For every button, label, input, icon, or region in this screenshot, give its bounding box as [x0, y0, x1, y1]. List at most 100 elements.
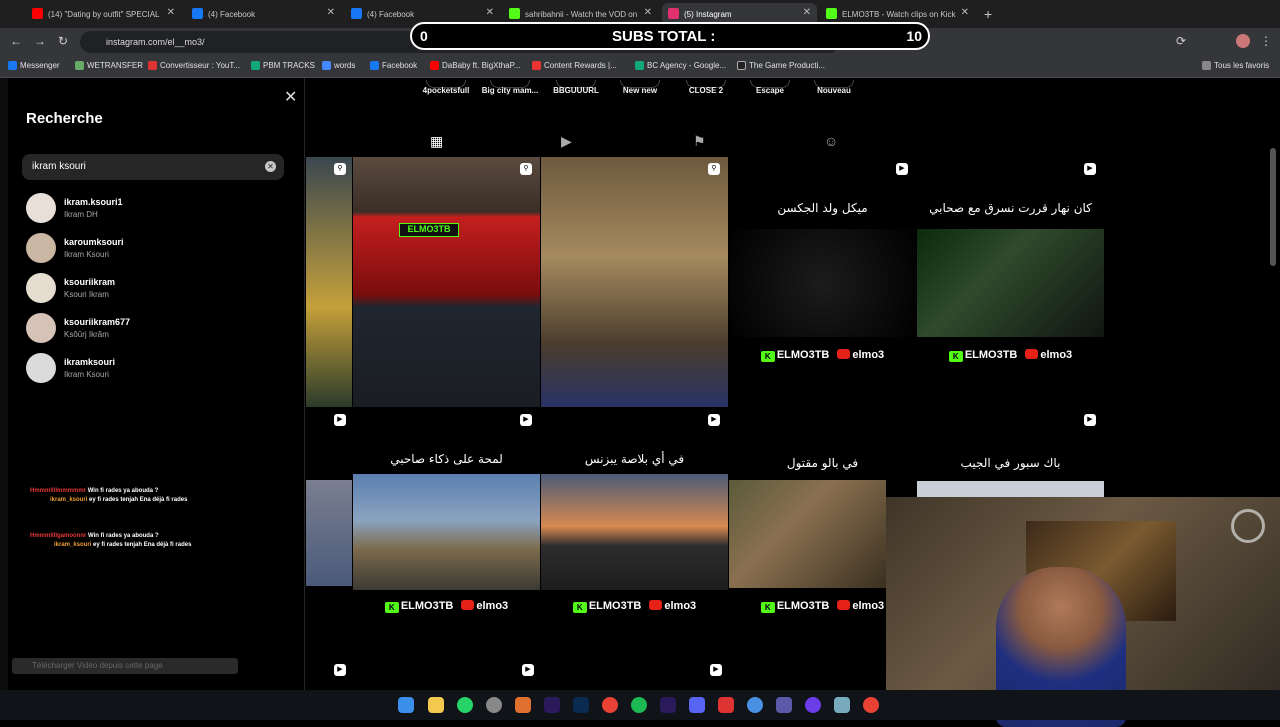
back-icon[interactable]: ← [10, 34, 22, 48]
grid-icon[interactable]: ▦ [430, 133, 443, 150]
avatar [26, 193, 56, 223]
post-tile[interactable]: ⚲ [306, 157, 352, 407]
tab-youtube[interactable]: (14) "Dating by outfit" SPECIAL ✕ [26, 3, 181, 25]
saved-icon[interactable]: ⚑ [693, 133, 706, 150]
close-icon[interactable]: ✕ [284, 87, 297, 107]
search-result[interactable]: ikramksouri Ikram Ksouri [26, 353, 286, 385]
post-tile[interactable]: ▶ [306, 408, 352, 658]
close-tab-icon[interactable]: ✕ [644, 7, 652, 18]
video-thumbnail [353, 474, 540, 590]
new-tab-button[interactable]: + [978, 3, 998, 25]
ig-side-rail [0, 78, 8, 690]
close-tab-icon[interactable]: ✕ [803, 7, 811, 18]
instagram-icon [668, 8, 679, 19]
bookmark-facebook[interactable]: Facebook [370, 61, 417, 70]
close-tab-icon[interactable]: ✕ [961, 7, 969, 18]
reel-icon: ▶ [1084, 163, 1096, 175]
app-icon[interactable] [515, 697, 531, 713]
premiere-icon[interactable] [544, 697, 560, 713]
close-tab-icon[interactable]: ✕ [486, 7, 494, 18]
highlight-nouveau[interactable]: Nouveau [794, 86, 874, 98]
avatar [26, 273, 56, 303]
chrome-icon[interactable] [863, 697, 879, 713]
menu-icon[interactable]: ⋮ [1260, 34, 1272, 48]
watermark: K ELMO3TB elmo3 [541, 600, 728, 613]
post-tile[interactable]: ⚲ [541, 157, 728, 407]
discord-icon[interactable] [689, 697, 705, 713]
search-input[interactable]: ikram ksouri ✕ [22, 154, 284, 180]
bookmark-all-favorites[interactable]: Tous les favoris [1202, 61, 1269, 70]
video-thumbnail [729, 229, 916, 337]
post-tile[interactable]: ▶ ميكل ولد الجكسن K ELMO3TB elmo3 [729, 157, 916, 407]
bookmark-game-producti[interactable]: The Game Producti... [737, 61, 825, 70]
forward-icon[interactable]: → [34, 34, 46, 48]
app-icon[interactable] [805, 697, 821, 713]
video-thumbnail [917, 481, 1104, 498]
history-icon[interactable]: ⟳ [1176, 34, 1186, 48]
watermark: K ELMO3TB elmo3 [917, 349, 1104, 362]
photoshop-icon[interactable] [573, 697, 589, 713]
post-tile[interactable]: ▶ باك سبور في الجيب [917, 408, 1104, 498]
post-tile[interactable]: ▶ كان نهار قررت نسرق مع صحابي K ELMO3TB el… [917, 157, 1104, 407]
app-icon[interactable] [486, 697, 502, 713]
app-icon[interactable] [776, 697, 792, 713]
search-result[interactable]: ksouriikram Ksouri Ikram [26, 273, 286, 305]
reel-icon: ▶ [334, 664, 346, 676]
app-icon[interactable] [834, 697, 850, 713]
post-tile[interactable]: ▶ في أي بلاصة يبزنس K ELMO3TB elmo3 [541, 408, 728, 658]
subs-title: SUBS TOTAL : [612, 28, 716, 45]
reel-icon: ▶ [896, 163, 908, 175]
post-tile[interactable]: ⚲ ELMO3TB [353, 157, 540, 407]
video-thumbnail [541, 474, 728, 590]
reel-icon: ▶ [708, 414, 720, 426]
tagged-icon[interactable]: ☺ [824, 133, 838, 149]
profile-avatar[interactable] [1236, 34, 1250, 48]
chat-message: Hmmmllllgamoonnr Win fi rades ya abouda … [30, 533, 192, 548]
search-result[interactable]: ikram.ksouri1 Ikram DH [26, 193, 286, 225]
bookmark-bc-agency[interactable]: BC Agency - Google... [635, 61, 726, 70]
app-icon[interactable] [718, 697, 734, 713]
reel-icon: ▶ [334, 414, 346, 426]
search-result[interactable]: karoumksouri Ikram Ksouri [26, 233, 286, 265]
close-tab-icon[interactable]: ✕ [167, 7, 175, 18]
avatar [26, 313, 56, 343]
watermark: K ELMO3TB elmo3 [729, 600, 886, 613]
watermark: K ELMO3TB elmo3 [353, 600, 540, 613]
file-explorer-icon[interactable] [428, 697, 444, 713]
bookmark-wetransfer[interactable]: WETRANSFER [75, 61, 143, 70]
webcam-overlay [886, 497, 1280, 727]
scrollbar[interactable] [1270, 148, 1276, 266]
reel-icon: ▶ [1084, 414, 1096, 426]
bookmark-dababy[interactable]: DaBaby ft. BigXthaP... [430, 61, 521, 70]
download-video-bar[interactable]: Télécharger Vidéo depuis cette page [12, 658, 238, 674]
bookmark-messenger[interactable]: Messenger [8, 61, 60, 70]
close-tab-icon[interactable]: ✕ [327, 7, 335, 18]
youtube-icon [32, 8, 43, 19]
app-icon[interactable] [747, 697, 763, 713]
search-panel: Recherche ✕ ikram ksouri ✕ ikram.ksouri1… [8, 78, 305, 690]
reels-icon[interactable]: ▶ [561, 133, 572, 150]
chat-message: Hmmmllllmmmmmr Win fi rades ya abouda ? … [30, 488, 188, 503]
bookmark-pbm-tracks[interactable]: PBM TRACKS [251, 61, 315, 70]
bookmark-words[interactable]: words [322, 61, 355, 70]
bookmark-content-rewards[interactable]: Content Rewards |... [532, 61, 617, 70]
start-icon[interactable] [398, 697, 414, 713]
tab-facebook-1[interactable]: (4) Facebook ✕ [186, 3, 341, 25]
video-thumbnail [729, 480, 886, 588]
avatar [26, 233, 56, 263]
windows-taskbar [0, 690, 1280, 720]
search-result[interactable]: ksouriikram677 Ksõûrj Ikrãm [26, 313, 286, 345]
whatsapp-icon[interactable] [457, 697, 473, 713]
post-tile[interactable]: ▶ لمحة على ذكاء صاحبي K ELMO3TB elmo3 [353, 408, 540, 658]
bookmark-convertisseur[interactable]: Convertisseur : YouT... [148, 61, 240, 70]
overlay-badge-icon [1231, 509, 1265, 543]
subs-total-overlay: 0 SUBS TOTAL : 10 [410, 22, 930, 50]
bookmarks-bar: Messenger WETRANSFER Convertisseur : You… [0, 56, 1280, 78]
post-tile[interactable]: ▶ في بالو مقتول KELMO3TBelmo3 [729, 408, 886, 658]
reload-icon[interactable]: ↻ [58, 34, 68, 48]
spotify-icon[interactable] [631, 697, 647, 713]
chrome-icon[interactable] [602, 697, 618, 713]
clear-search-icon[interactable]: ✕ [265, 161, 276, 172]
subs-left-count: 0 [420, 28, 428, 44]
after-effects-icon[interactable] [660, 697, 676, 713]
